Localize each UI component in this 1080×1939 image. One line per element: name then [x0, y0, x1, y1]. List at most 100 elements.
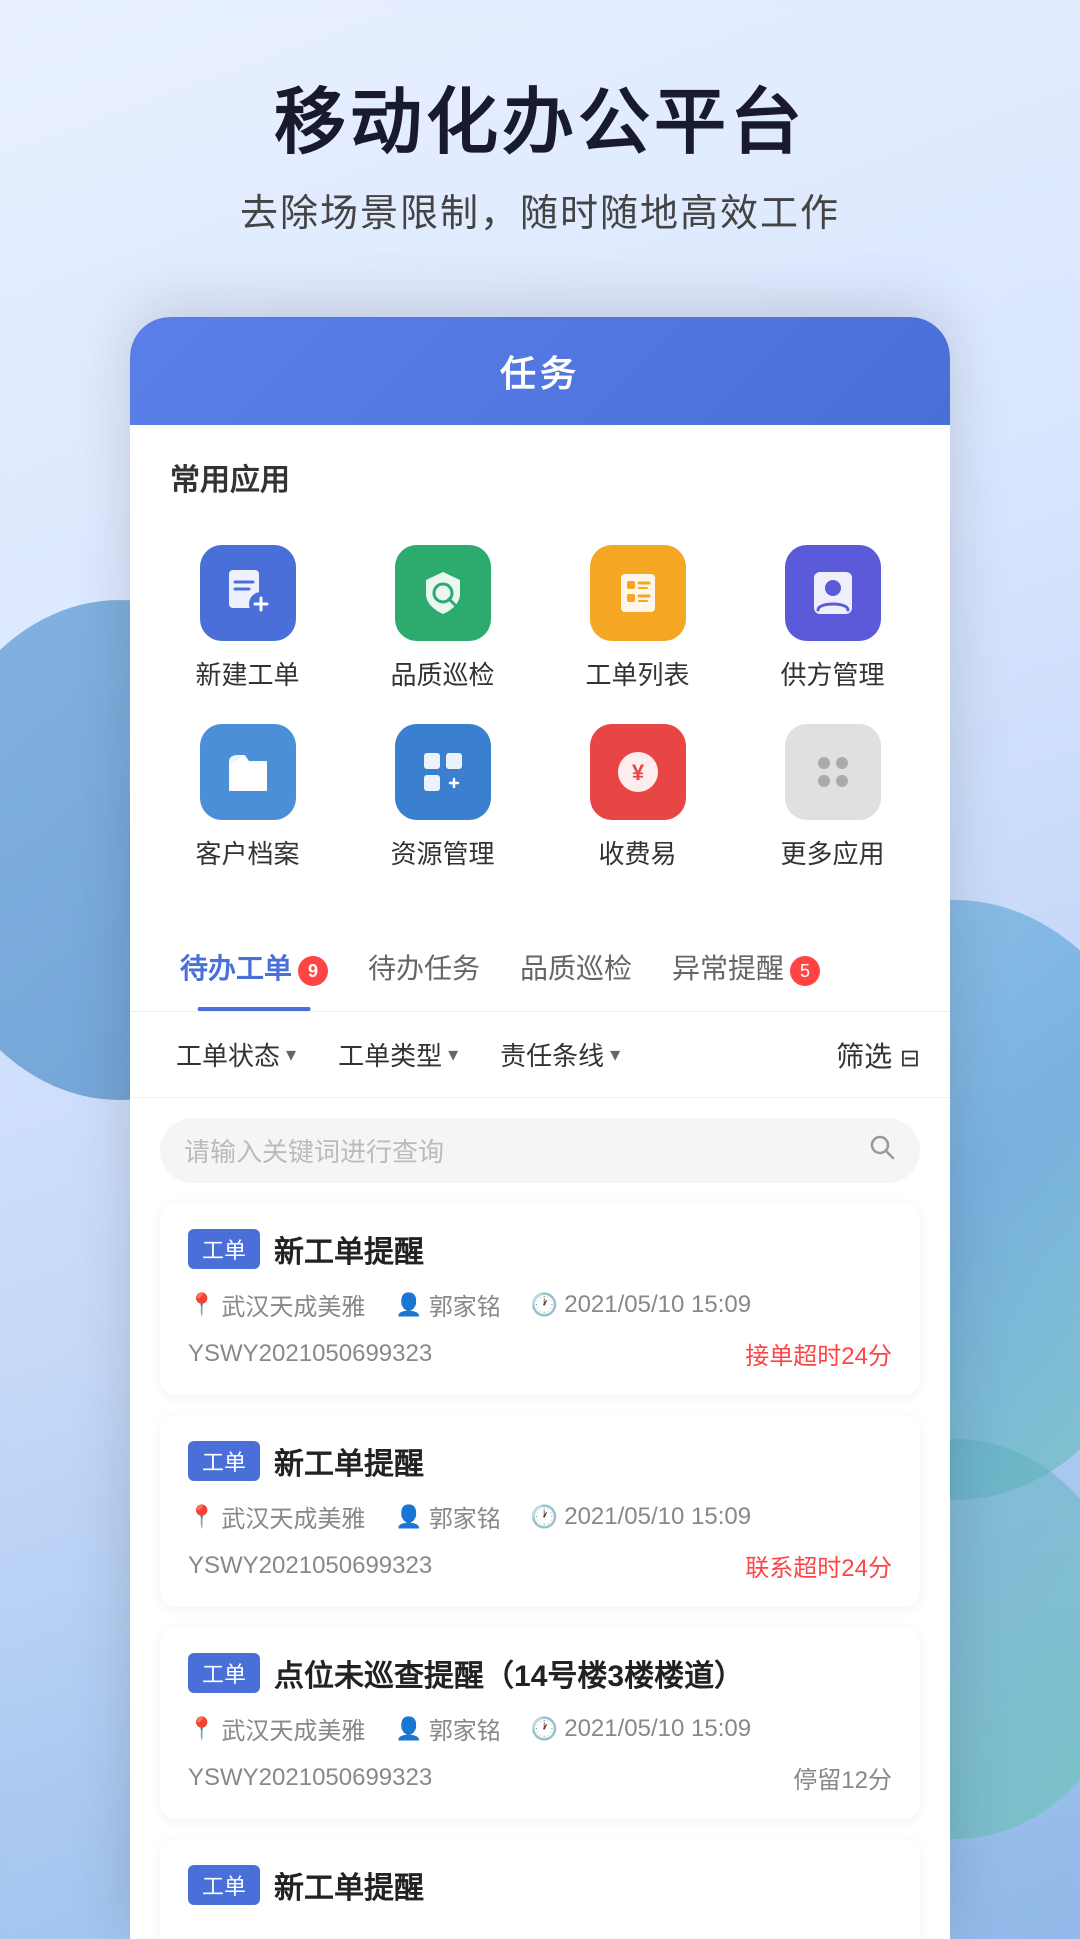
- tab-badge-pending-orders: 9: [298, 956, 328, 986]
- meta-datetime-3: 🕐 2021/05/10 15:09: [531, 1715, 751, 1743]
- chevron-down-icon: ▾: [286, 1042, 296, 1067]
- app-icon-resource-mgmt: [395, 724, 491, 820]
- status-1: 接单超时24分: [745, 1336, 892, 1371]
- status-3: 停留12分: [793, 1760, 892, 1795]
- app-icon-more-apps: [785, 724, 881, 820]
- app-customer-file[interactable]: 客户档案: [150, 708, 345, 887]
- app-label-quality-patrol: 品质巡检: [390, 655, 494, 692]
- app-collect-easy[interactable]: ¥ 收费易: [540, 708, 735, 887]
- filter-order-type[interactable]: 工单类型 ▾: [322, 1028, 474, 1081]
- order-id-3: YSWY2021050699323: [188, 1764, 432, 1792]
- tab-pending-tasks[interactable]: 待办任务: [348, 923, 500, 1011]
- common-apps-title: 常用应用: [130, 425, 950, 519]
- app-icon-customer-file: [200, 724, 296, 820]
- app-supplier-mgmt[interactable]: 供方管理: [735, 529, 930, 708]
- app-icon-work-order-list: [590, 545, 686, 641]
- tabs-section: 待办工单9 待办任务 品质巡检 异常提醒5: [130, 923, 950, 1012]
- order-id-1: YSWY2021050699323: [188, 1340, 432, 1368]
- meta-datetime-1: 🕐 2021/05/10 15:09: [531, 1291, 751, 1319]
- search-icon: [868, 1133, 896, 1169]
- app-resource-mgmt[interactable]: 资源管理: [345, 708, 540, 887]
- card-meta-2: 📍 武汉天成美雅 👤 郭家铭 🕐 2021/05/10 15:09: [188, 1499, 892, 1534]
- card-header-2: 工单 新工单提醒: [188, 1439, 892, 1483]
- top-bar: 任务: [130, 317, 950, 425]
- app-label-resource-mgmt: 资源管理: [390, 834, 494, 871]
- card-header-1: 工单 新工单提醒: [188, 1227, 892, 1271]
- person-icon-2: 👤: [395, 1504, 422, 1530]
- app-icon-supplier-mgmt: [785, 545, 881, 641]
- card-header-3: 工单 点位未巡查提醒（14号楼3楼楼道）: [188, 1651, 892, 1695]
- app-work-order-list[interactable]: 工单列表: [540, 529, 735, 708]
- clock-icon-3: 🕐: [531, 1716, 558, 1742]
- app-label-supplier-mgmt: 供方管理: [780, 655, 884, 692]
- app-quality-patrol[interactable]: 品质巡检: [345, 529, 540, 708]
- card-title-4: 新工单提醒: [274, 1863, 424, 1907]
- app-label-new-work-order: 新建工单: [195, 655, 299, 692]
- clock-icon-2: 🕐: [531, 1504, 558, 1530]
- location-icon: 📍: [188, 1292, 215, 1318]
- meta-person-1: 👤 郭家铭: [395, 1287, 500, 1322]
- filter-order-status[interactable]: 工单状态 ▾: [160, 1028, 312, 1081]
- app-more-apps[interactable]: 更多应用: [735, 708, 930, 887]
- meta-person-2: 👤 郭家铭: [395, 1499, 500, 1534]
- card-header-4: 工单 新工单提醒: [188, 1863, 892, 1907]
- sub-title: 去除场景限制，随时随地高效工作: [40, 182, 1040, 237]
- chevron-down-icon: ▾: [610, 1042, 620, 1067]
- work-orders-list: 工单 新工单提醒 📍 武汉天成美雅 👤 郭家铭 🕐 2021/05/10 15:…: [130, 1203, 950, 1939]
- order-id-2: YSWY2021050699323: [188, 1552, 432, 1580]
- svg-text:¥: ¥: [631, 760, 644, 785]
- work-tag-3: 工单: [188, 1653, 260, 1693]
- app-label-customer-file: 客户档案: [195, 834, 299, 871]
- app-new-work-order[interactable]: 新建工单: [150, 529, 345, 708]
- filter-icon-button[interactable]: 筛选 ⊟: [836, 1035, 920, 1075]
- person-icon: 👤: [395, 1292, 422, 1318]
- app-label-more-apps: 更多应用: [780, 834, 884, 871]
- card-footer-3: YSWY2021050699323 停留12分: [188, 1760, 892, 1795]
- meta-location-1: 📍 武汉天成美雅: [188, 1287, 365, 1322]
- search-placeholder: 请输入关键词进行查询: [184, 1132, 868, 1169]
- apps-grid: 新建工单 品质巡检: [130, 519, 950, 907]
- phone-card: 任务 常用应用 新建工单: [130, 317, 950, 1939]
- card-meta-1: 📍 武汉天成美雅 👤 郭家铭 🕐 2021/05/10 15:09: [188, 1287, 892, 1322]
- main-title: 移动化办公平台: [40, 80, 1040, 166]
- header-section: 移动化办公平台 去除场景限制，随时随地高效工作: [0, 0, 1080, 277]
- search-bar[interactable]: 请输入关键词进行查询: [160, 1118, 920, 1183]
- card-meta-3: 📍 武汉天成美雅 👤 郭家铭 🕐 2021/05/10 15:09: [188, 1711, 892, 1746]
- work-order-card-1[interactable]: 工单 新工单提醒 📍 武汉天成美雅 👤 郭家铭 🕐 2021/05/10 15:…: [160, 1203, 920, 1395]
- clock-icon: 🕐: [531, 1292, 558, 1318]
- card-footer-1: YSWY2021050699323 接单超时24分: [188, 1336, 892, 1371]
- meta-location-2: 📍 武汉天成美雅: [188, 1499, 365, 1534]
- card-title-3: 点位未巡查提醒（14号楼3楼楼道）: [274, 1651, 744, 1695]
- work-tag-4: 工单: [188, 1865, 260, 1905]
- meta-location-3: 📍 武汉天成美雅: [188, 1711, 365, 1746]
- tabs-row: 待办工单9 待办任务 品质巡检 异常提醒5: [130, 923, 950, 1011]
- person-icon-3: 👤: [395, 1716, 422, 1742]
- chevron-down-icon: ▾: [448, 1042, 458, 1067]
- card-title-2: 新工单提醒: [274, 1439, 424, 1483]
- tab-quality-patrol[interactable]: 品质巡检: [500, 923, 652, 1011]
- tab-alerts[interactable]: 异常提醒5: [652, 923, 840, 1011]
- top-bar-title: 任务: [130, 345, 950, 397]
- work-tag-2: 工单: [188, 1441, 260, 1481]
- work-order-card-2[interactable]: 工单 新工单提醒 📍 武汉天成美雅 👤 郭家铭 🕐 2021/05/10 15:…: [160, 1415, 920, 1607]
- filter-row: 工单状态 ▾ 工单类型 ▾ 责任条线 ▾ 筛选 ⊟: [130, 1012, 950, 1098]
- card-footer-2: YSWY2021050699323 联系超时24分: [188, 1548, 892, 1583]
- app-icon-new-work-order: [200, 545, 296, 641]
- work-order-card-4[interactable]: 工单 新工单提醒: [160, 1839, 920, 1939]
- meta-person-3: 👤 郭家铭: [395, 1711, 500, 1746]
- tab-badge-alerts: 5: [790, 956, 820, 986]
- card-title-1: 新工单提醒: [274, 1227, 424, 1271]
- app-icon-quality-patrol: [395, 545, 491, 641]
- app-icon-collect-easy: ¥: [590, 724, 686, 820]
- tab-pending-orders[interactable]: 待办工单9: [160, 923, 348, 1011]
- status-2: 联系超时24分: [745, 1548, 892, 1583]
- meta-datetime-2: 🕐 2021/05/10 15:09: [531, 1503, 751, 1531]
- location-icon-2: 📍: [188, 1504, 215, 1530]
- filter-responsibility[interactable]: 责任条线 ▾: [484, 1028, 636, 1081]
- work-tag-1: 工单: [188, 1229, 260, 1269]
- app-label-collect-easy: 收费易: [598, 834, 676, 871]
- work-order-card-3[interactable]: 工单 点位未巡查提醒（14号楼3楼楼道） 📍 武汉天成美雅 👤 郭家铭 🕐 20…: [160, 1627, 920, 1819]
- location-icon-3: 📍: [188, 1716, 215, 1742]
- filter-funnel-icon: ⊟: [900, 1045, 920, 1072]
- app-label-work-order-list: 工单列表: [585, 655, 689, 692]
